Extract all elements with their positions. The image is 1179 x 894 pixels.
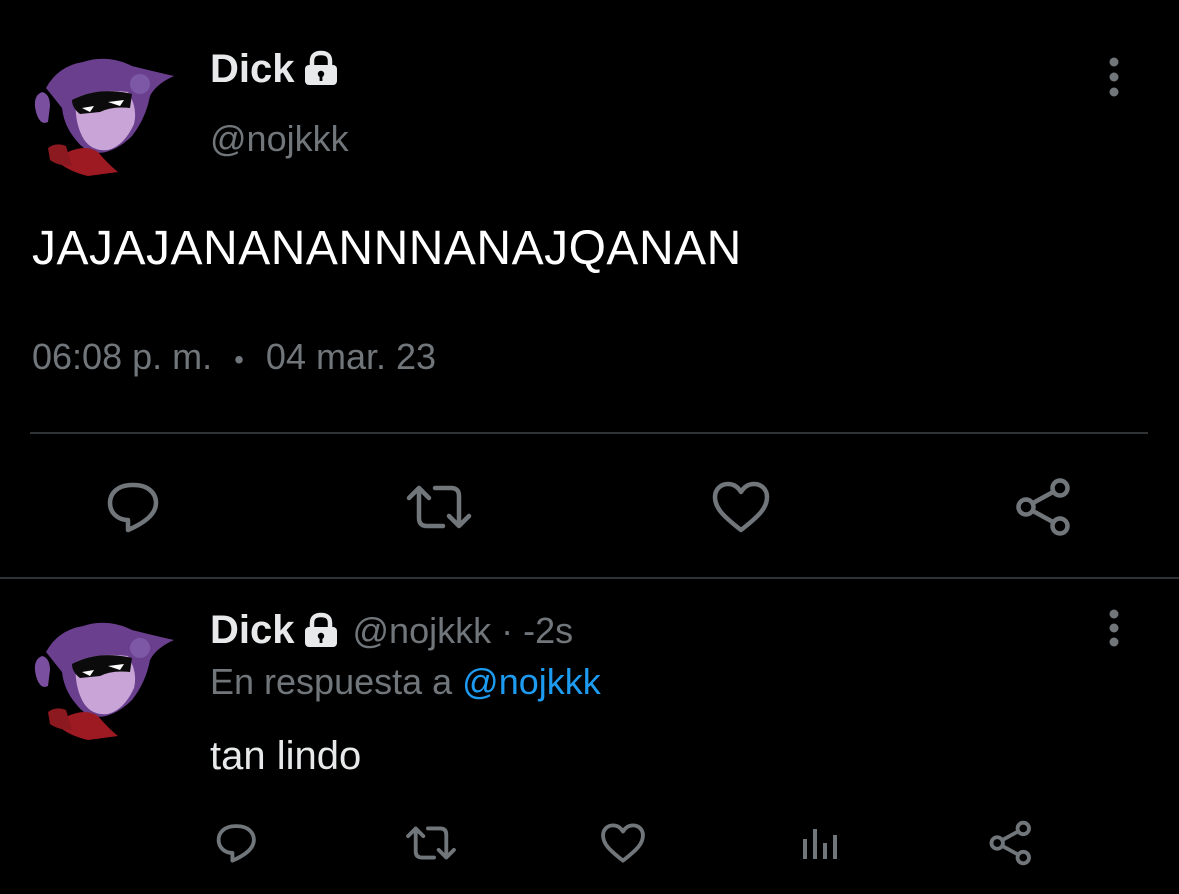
tweet-author-handle[interactable]: @nojkkk <box>210 116 349 162</box>
lock-icon <box>301 612 341 648</box>
share-button[interactable] <box>986 818 1036 868</box>
tweet-text: tan lindo <box>210 734 362 778</box>
heart-icon <box>712 481 770 533</box>
tweet-time: 06:08 p. m. <box>32 336 213 377</box>
tweet-date: 04 mar. 23 <box>265 336 437 377</box>
retweet-button[interactable] <box>400 474 478 540</box>
reply-header[interactable]: Dick @nojkkk · -2s <box>210 606 573 663</box>
like-button[interactable] <box>706 474 776 540</box>
heart-icon <box>601 823 645 863</box>
view-stats-button[interactable] <box>794 818 844 868</box>
more-vertical-icon <box>1109 609 1119 647</box>
avatar[interactable] <box>28 612 178 742</box>
retweet-icon <box>406 826 456 860</box>
tweet-author-name[interactable]: Dick <box>210 44 341 94</box>
retweet-button[interactable] <box>404 818 458 868</box>
display-name: Dick <box>210 608 295 652</box>
share-icon <box>1016 478 1070 536</box>
meta-separator: • <box>234 344 244 375</box>
divider <box>0 577 1179 579</box>
reply-author-handle: @nojkkk <box>352 610 492 651</box>
retweet-icon <box>406 485 472 529</box>
divider <box>30 432 1148 434</box>
more-options-button[interactable] <box>1096 54 1132 100</box>
tweet-timestamp[interactable]: 06:08 p. m. • 04 mar. 23 <box>32 332 436 385</box>
mention-link[interactable]: @nojkkk <box>462 661 601 702</box>
avatar[interactable] <box>28 48 178 178</box>
avatar-image <box>34 622 174 740</box>
in-reply-to: En respuesta a @nojkkk <box>210 658 601 706</box>
tweet-text: JAJAJANANANNNANAJQANAN <box>32 222 742 275</box>
reply-button[interactable] <box>212 818 262 868</box>
in-reply-to-label: En respuesta a <box>210 661 453 702</box>
display-name: Dick <box>210 47 295 91</box>
reply-icon <box>107 482 159 533</box>
more-options-button[interactable] <box>1096 608 1132 648</box>
reply-button[interactable] <box>98 474 170 540</box>
lock-icon <box>301 50 341 86</box>
more-vertical-icon <box>1109 57 1119 97</box>
stats-icon <box>803 829 837 859</box>
reply-time: · -2s <box>491 610 574 651</box>
avatar-image <box>34 58 174 176</box>
like-button[interactable] <box>598 818 648 868</box>
share-button[interactable] <box>1008 474 1080 540</box>
share-icon <box>989 820 1031 866</box>
reply-icon <box>216 824 256 863</box>
